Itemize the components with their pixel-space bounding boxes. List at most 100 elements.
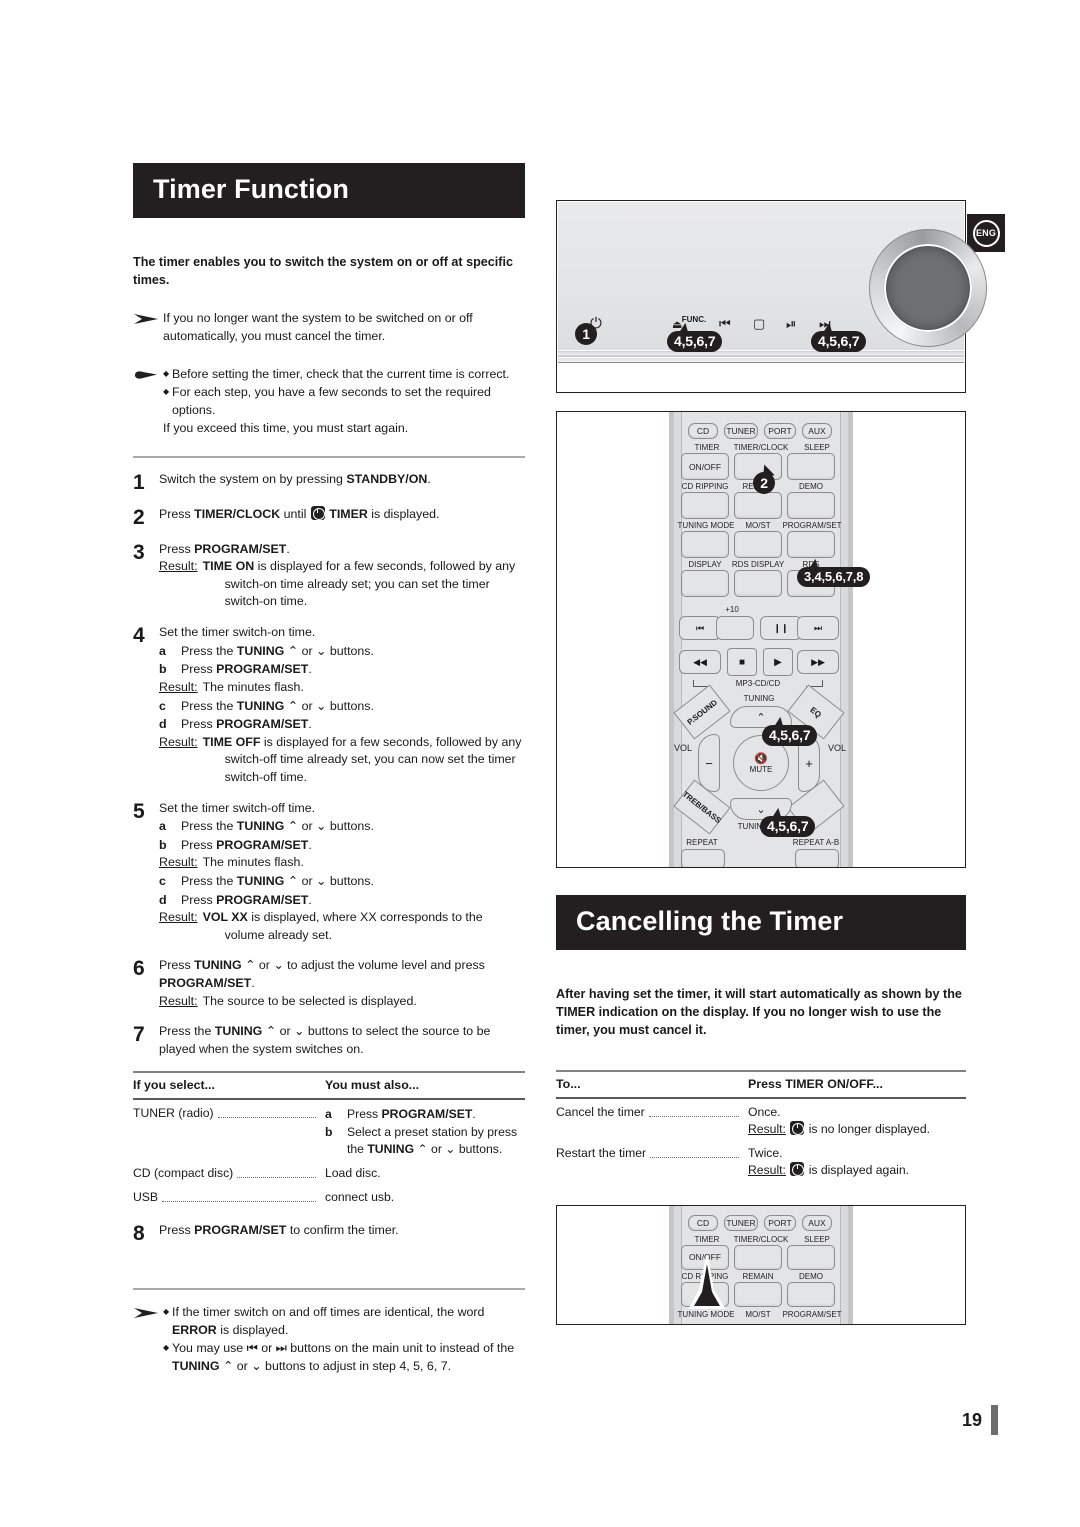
substep-text: Press the <box>181 643 237 658</box>
remote-button-display[interactable] <box>681 570 729 597</box>
remote-button-rds-display[interactable] <box>734 570 782 597</box>
table-header-cell: You must also... <box>325 1070 525 1100</box>
remote-button-rewind[interactable]: ◀◀ <box>679 650 721 674</box>
pointer-arrow-icon <box>686 1255 730 1312</box>
arrow-pointer-icon <box>133 310 163 346</box>
unit-trim-bar <box>558 351 964 357</box>
remote-button-tuner[interactable]: TUNER <box>724 1214 758 1231</box>
remote-button-cd[interactable]: CD <box>688 1214 718 1231</box>
step-3: 3 Press PROGRAM/SET. Result: TIME ON is … <box>133 541 525 611</box>
source-selection-table: If you select... You must also... TUNER … <box>133 1070 525 1208</box>
substep-post: buttons. <box>329 874 374 889</box>
substep-letter: c <box>159 874 166 889</box>
intro-text: The timer enables you to switch the syst… <box>133 255 513 287</box>
table-row: Cancel the timer Once. Result: is no lon… <box>556 1098 966 1140</box>
remote-label-plus10: +10 <box>725 605 739 614</box>
result-label: Result: <box>159 993 198 1008</box>
substep-letter: d <box>159 892 167 907</box>
remote-button-timer-onoff[interactable]: ON/OFF <box>681 453 729 480</box>
table-cell-value: a Press PROGRAM/SET. b Select a preset sta… <box>325 1099 525 1160</box>
step-number: 8 <box>133 1221 145 1245</box>
row-label: Cancel the timer <box>556 1104 645 1119</box>
remote-button-timer-clock[interactable] <box>734 1244 782 1270</box>
table-cell-name: TUNER (radio) <box>133 1099 325 1160</box>
callout-program-set: 3,4,5,6,7,8 <box>797 567 871 587</box>
language-badge-label: ENG <box>972 219 1000 247</box>
remote-button-tuner[interactable]: TUNER <box>724 423 758 439</box>
remote-button-plus10[interactable] <box>716 616 754 640</box>
step-bold: TUNING <box>214 1024 263 1039</box>
result-label: Result: <box>159 855 198 870</box>
remote-button-program-set[interactable] <box>787 531 835 558</box>
result-cont: switch-off time already set, you can now… <box>224 752 516 784</box>
diamond-bullet-icon: ◆ <box>163 1306 170 1316</box>
remote-button-repeat[interactable] <box>681 849 725 867</box>
remote-button-demo[interactable] <box>787 492 835 519</box>
main-unit-diagram: ⏻ ⏏ FUNC. ⏮ ▢ ⏯ ⏭ 1 4,5,6,7 4,5,6,7 <box>556 200 987 393</box>
diamond-bullet-icon: ◆ <box>163 368 170 378</box>
step-text: Set the timer switch-on time. <box>159 625 316 640</box>
remote-button-aux[interactable]: AUX <box>802 1214 832 1231</box>
substep-letter: b <box>159 662 167 677</box>
substep-text: Press <box>181 837 217 852</box>
substep-letter: b <box>325 1124 333 1139</box>
remote-button-aux[interactable]: AUX <box>802 423 832 439</box>
table-row: Restart the timer Twice. Result: is disp… <box>556 1140 966 1181</box>
step-bold-2: PROGRAM/SET <box>159 976 252 991</box>
remote-label-sleep: SLEEP <box>804 1234 830 1244</box>
remote-button-demo[interactable] <box>787 1281 835 1307</box>
callout-1: 1 <box>575 323 597 345</box>
remote-edge-right <box>848 412 853 867</box>
note-hand-line3: If you exceed this time, you must start … <box>163 420 409 435</box>
prev-track-icon: ⏮ <box>719 316 731 331</box>
remote-button-repeat-ab[interactable] <box>795 849 839 867</box>
mute-speaker-icon: 🔇 <box>754 753 768 765</box>
step-number: 6 <box>133 957 145 981</box>
remote-button-mo-st[interactable] <box>734 531 782 558</box>
cancelling-table: To... Press TIMER ON/OFF... Cancel the t… <box>556 1069 966 1181</box>
substep-letter: a <box>325 1106 332 1121</box>
substep-bold: PROGRAM/SET <box>381 1106 473 1121</box>
result-text: is no longer displayed. <box>805 1121 930 1136</box>
remote-button-cd-ripping[interactable] <box>681 492 729 519</box>
remote-button-vol-down[interactable]: − <box>698 734 720 792</box>
note-hand-line1: Before setting the timer, check that the… <box>172 366 510 381</box>
result-label: Result: <box>748 1162 786 1177</box>
remote-button-sleep[interactable] <box>787 453 835 480</box>
substep-text: Press <box>347 1106 382 1121</box>
remote-label-tuning-mode: TUNING MODE <box>677 521 735 530</box>
remote-button-remain[interactable] <box>734 492 782 519</box>
callout-tuning-down: 4,5,6,7 <box>760 816 816 837</box>
remote-button-port[interactable]: PORT <box>764 1214 796 1231</box>
remote-label-program-set: PROGRAM/SET <box>782 521 842 530</box>
remote-button-pause[interactable]: ❙❙ <box>760 616 802 640</box>
remote-button-tuning-mode[interactable] <box>681 531 729 558</box>
remote-label-mo-st: MO/ST <box>745 1309 771 1319</box>
remote-button-port[interactable]: PORT <box>764 423 796 439</box>
leader-dots <box>237 1176 316 1178</box>
step-text-mid: until <box>280 506 310 521</box>
diamond-bullet-icon: ◆ <box>163 1342 170 1352</box>
step-bold: TIMER/CLOCK <box>194 506 281 521</box>
volume-knob-icon <box>869 229 987 347</box>
diamond-bullet-icon: ◆ <box>163 386 170 396</box>
remote-button-remain[interactable] <box>734 1281 782 1307</box>
callout-next: 4,5,6,7 <box>811 331 867 352</box>
remote-button-fast-forward[interactable]: ▶▶ <box>797 650 839 674</box>
substep-bold: TUNING <box>236 874 285 889</box>
remote-button-stop[interactable]: ■ <box>727 648 757 676</box>
result-label: Result: <box>159 679 198 694</box>
step-2: 2 Press TIMER/CLOCK until TIMER is displ… <box>133 505 525 528</box>
footnote-b-post: ⌃ or ⌄ buttons to adjust in step 4, 5, 6… <box>219 1358 452 1373</box>
arrow-pointer-icon <box>133 1304 163 1376</box>
substep-bold: TUNING <box>236 819 285 834</box>
remote-edge-right <box>848 1205 853 1324</box>
remote-button-prev-track[interactable]: ⏮ <box>679 616 721 640</box>
substep-text: Press the <box>181 874 237 889</box>
substep-letter: a <box>159 643 166 658</box>
remote-button-sleep[interactable] <box>787 1244 835 1270</box>
table-cell-name: CD (compact disc) <box>133 1160 325 1184</box>
remote-button-cd[interactable]: CD <box>688 423 718 439</box>
remote-button-play[interactable]: ▶ <box>763 648 793 676</box>
remote-button-next-track[interactable]: ⏭ <box>797 616 839 640</box>
